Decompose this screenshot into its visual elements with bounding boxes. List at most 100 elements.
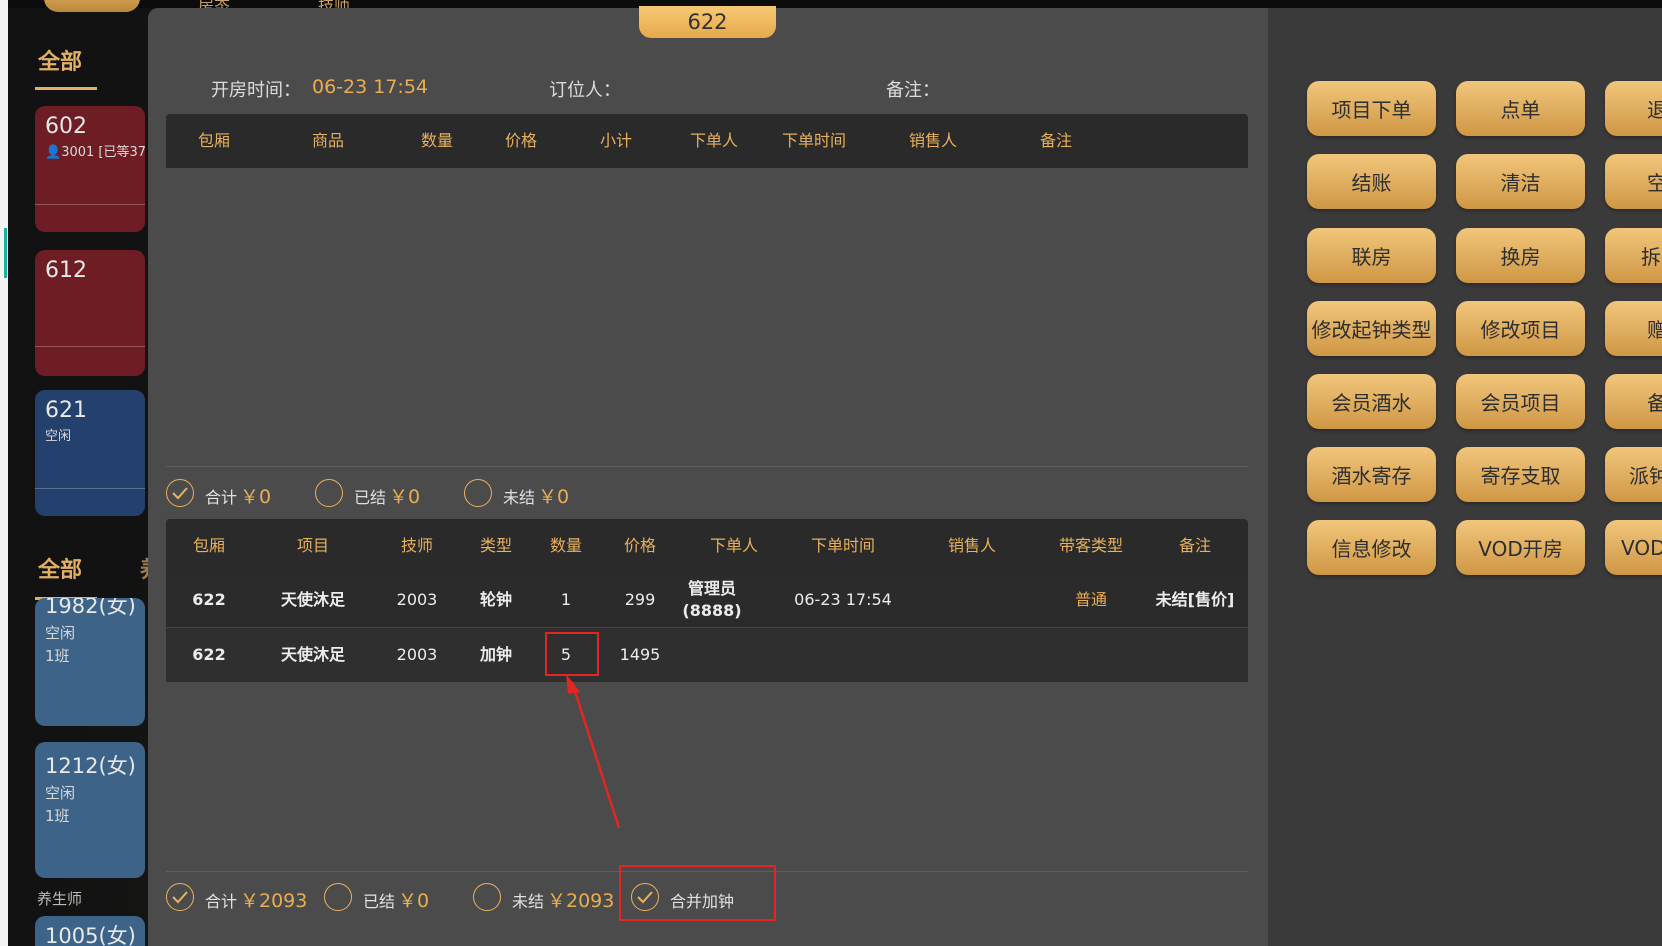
col-seller: 销售人 (908, 131, 958, 150)
therapist-shift: 1班 (45, 647, 70, 665)
member-items-button[interactable]: 会员项目 (1456, 374, 1585, 429)
modal-title-room: 622 (639, 6, 776, 38)
items-paid-label: 已结 (363, 892, 396, 911)
col-therapist: 技师 (400, 536, 434, 555)
col-qty: 数量 (549, 536, 583, 555)
goods-paid-label: 已结 (354, 488, 387, 507)
goods-unpaid-label: 未结 (503, 488, 536, 507)
col-type: 类型 (479, 536, 513, 555)
col-qty: 数量 (420, 131, 454, 150)
therapist-card[interactable]: 1212(女) 空闲 1班 (35, 742, 145, 878)
goods-total-label: 合计 (205, 488, 238, 507)
left-edge (0, 0, 8, 946)
open-time-label: 开房时间： (211, 80, 301, 101)
col-price: 价格 (504, 131, 538, 150)
empty-button[interactable]: 空 (1605, 154, 1662, 209)
col-order-time: 下单时间 (810, 536, 876, 555)
cell-orderer: 管理员 (8888) (682, 579, 742, 620)
room-card[interactable]: 612 (35, 250, 145, 376)
refund-button[interactable]: 退 (1605, 81, 1662, 136)
cell-remark: 未结[售价] (1155, 590, 1235, 609)
storage-withdraw-button[interactable]: 寄存支取 (1456, 447, 1585, 502)
edit-item-button[interactable]: 修改项目 (1456, 301, 1585, 356)
items-unpaid-value: ￥2093 (547, 890, 615, 912)
order-item-button[interactable]: 项目下单 (1307, 81, 1436, 136)
col-room: 包厢 (197, 131, 231, 150)
col-remark: 备注 (1178, 536, 1212, 555)
items-unpaid-label: 未结 (512, 892, 545, 911)
therapist-shift: 1班 (45, 807, 70, 825)
col-goods: 商品 (311, 131, 345, 150)
section-label: 养生师 (37, 890, 83, 908)
tab-all-therapists[interactable]: 全部 (38, 552, 82, 584)
gift-button[interactable]: 赠 (1605, 301, 1662, 356)
col-room: 包厢 (192, 536, 226, 555)
edit-info-button[interactable]: 信息修改 (1307, 520, 1436, 575)
top-bar (8, 0, 1662, 8)
checkout-button[interactable]: 结账 (1307, 154, 1436, 209)
vod-button[interactable]: VOD (1605, 520, 1662, 575)
col-subtotal: 小计 (599, 131, 633, 150)
col-item: 项目 (296, 536, 330, 555)
items-paid-checkbox[interactable] (324, 883, 352, 911)
split-room-button[interactable]: 拆 (1605, 228, 1662, 283)
room-number: 621 (45, 398, 87, 423)
cell-type: 加钟 (479, 645, 513, 664)
open-time-value: 06-23 17:54 (312, 76, 429, 98)
items-total-label: 合计 (205, 892, 238, 911)
col-seller: 销售人 (947, 536, 997, 555)
goods-table-header: 包厢 商品 数量 价格 小计 下单人 下单时间 销售人 备注 (166, 114, 1248, 168)
items-paid-value: ￥0 (398, 890, 430, 912)
col-remark: 备注 (1039, 131, 1073, 150)
goods-total-checkbox[interactable] (166, 479, 194, 507)
goods-divider (166, 466, 1248, 467)
change-room-button[interactable]: 换房 (1456, 228, 1585, 283)
cell-room: 622 (192, 590, 226, 609)
cell-guest-type: 普通 (1074, 590, 1108, 609)
goods-paid-checkbox[interactable] (315, 479, 343, 507)
cell-item: 天使沐足 (280, 590, 346, 609)
edit-start-type-button[interactable]: 修改起钟类型 (1307, 301, 1436, 356)
table-row[interactable]: 622 天使沐足 2003 加钟 5 1495 (166, 628, 1248, 682)
drink-storage-button[interactable]: 酒水寄存 (1307, 447, 1436, 502)
top-nav-button[interactable] (44, 0, 140, 12)
cell-type: 轮钟 (479, 590, 513, 609)
therapist-card[interactable]: 1005(女) (35, 916, 145, 946)
col-orderer: 下单人 (709, 536, 759, 555)
highlight-merge-box (619, 865, 776, 921)
check-icon (172, 487, 188, 500)
room-number: 612 (45, 258, 87, 283)
items-total-checkbox[interactable] (166, 883, 194, 911)
member-drinks-button[interactable]: 会员酒水 (1307, 374, 1436, 429)
goods-paid-value: ￥0 (389, 486, 421, 508)
goods-unpaid-checkbox[interactable] (464, 479, 492, 507)
cell-qty: 1 (560, 590, 572, 609)
therapist-name: 1005(女) (45, 924, 136, 946)
cell-order-time: 06-23 17:54 (794, 590, 892, 609)
room-number: 602 (45, 114, 87, 139)
col-orderer: 下单人 (689, 131, 739, 150)
items-unpaid-checkbox[interactable] (473, 883, 501, 911)
therapist-name: 1982(女) (45, 598, 136, 618)
order-button[interactable]: 点单 (1456, 81, 1585, 136)
therapist-card[interactable]: 1982(女) 空闲 1班 (35, 598, 145, 726)
remark-label: 备注： (886, 80, 940, 101)
clean-button[interactable]: 清洁 (1456, 154, 1585, 209)
backup-button[interactable]: 备 (1605, 374, 1662, 429)
room-card[interactable]: 602 👤3001 [已等37 (35, 106, 145, 232)
vod-open-room-button[interactable]: VOD开房 (1456, 520, 1585, 575)
dispatch-button[interactable]: 派钟 (1605, 447, 1662, 502)
items-total-value: ￥2093 (240, 890, 308, 912)
tab-all-rooms[interactable]: 全部 (38, 44, 82, 76)
therapist-name: 1212(女) (45, 754, 136, 778)
cell-price: 299 (624, 590, 656, 609)
booker-label: 订位人： (549, 80, 621, 101)
table-row[interactable]: 622 天使沐足 2003 轮钟 1 299 管理员 (8888) 06-23 … (166, 573, 1248, 627)
cell-therapist: 2003 (396, 645, 438, 664)
cell-item: 天使沐足 (280, 645, 346, 664)
col-order-time: 下单时间 (781, 131, 847, 150)
room-card[interactable]: 621 空闲 (35, 390, 145, 516)
link-room-button[interactable]: 联房 (1307, 228, 1436, 283)
items-table-header: 包厢 项目 技师 类型 数量 价格 下单人 下单时间 销售人 带客类型 备注 (166, 519, 1248, 573)
therapist-status: 空闲 (45, 624, 76, 642)
